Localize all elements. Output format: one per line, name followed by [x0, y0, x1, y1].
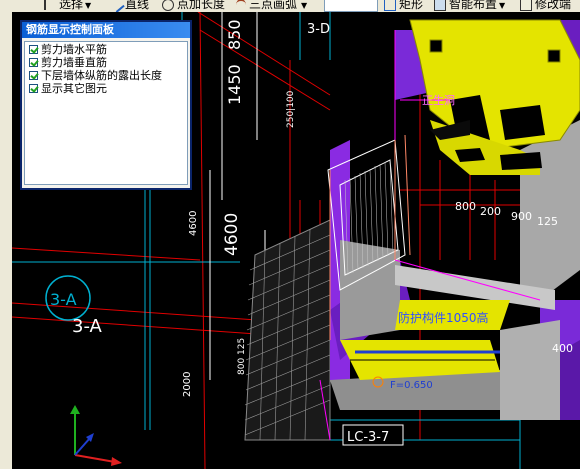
three-point-arc-icon: [236, 0, 246, 11]
point-plus-length-label: 点加长度: [177, 0, 226, 11]
wall-tag: LC-3-7: [342, 424, 404, 446]
smart-layout-label: 智能布置: [449, 0, 498, 11]
dim-200: 200: [480, 205, 501, 218]
point-plus-length-button[interactable]: 点加长度: [162, 0, 225, 12]
dim-900: 900: [511, 210, 532, 223]
modify-icon: [520, 0, 532, 11]
select-arrow-icon: [44, 0, 56, 10]
axis-label-text: 3-A: [72, 316, 103, 337]
option-lower-wall-exposed-length[interactable]: 下层墙体纵筋的露出长度: [25, 69, 187, 82]
select-label: 选择: [59, 0, 84, 11]
rectangle-icon: [384, 0, 396, 11]
option-horizontal-rebar[interactable]: 剪力墙水平筋: [25, 43, 187, 56]
dim-800-125: 800 125: [237, 338, 247, 375]
line-button[interactable]: 直线: [109, 0, 150, 12]
dim-2000: 2000: [182, 372, 193, 397]
beam-label: 防护构件1050高: [398, 310, 489, 325]
option-label: 剪力墙垂直筋: [41, 56, 107, 69]
option-label: 下层墙体纵筋的露出长度: [41, 69, 162, 82]
axis-bubble-text: 3-A: [50, 290, 77, 309]
checkbox-icon[interactable]: [29, 58, 38, 67]
option-show-other-elements[interactable]: 显示其它图元: [25, 82, 187, 95]
option-vertical-rebar[interactable]: 剪力墙垂直筋: [25, 56, 187, 69]
dim-800: 800: [455, 200, 476, 213]
checkbox-icon[interactable]: [29, 71, 38, 80]
ghost-label: 正生洞: [422, 93, 455, 107]
rebar-display-control-panel: 钢筋显示控制面板 剪力墙水平筋 剪力墙垂直筋 下层墙体纵筋的露出长度 显示其它图…: [20, 20, 192, 190]
dim-3d: 3-D: [307, 22, 330, 37]
smart-layout-icon: [434, 0, 446, 11]
dim-125: 125: [537, 215, 558, 228]
panel-title[interactable]: 钢筋显示控制面板: [22, 22, 190, 38]
smart-layout-button[interactable]: 智能布置 ▼: [434, 0, 505, 12]
dim-4600-large: 4600: [222, 213, 242, 256]
checkbox-icon[interactable]: [29, 84, 38, 93]
point-plus-length-icon: [162, 0, 174, 11]
checkbox-icon[interactable]: [29, 45, 38, 54]
panel-option-list: 剪力墙水平筋 剪力墙垂直筋 下层墙体纵筋的露出长度 显示其它图元: [24, 41, 188, 185]
line-icon: [109, 0, 125, 12]
three-point-arc-button[interactable]: 三点画弧 ▼: [236, 0, 307, 12]
rectangle-label: 矩形: [399, 0, 424, 11]
select-button[interactable]: 选择 ▼: [44, 0, 91, 12]
dim-250-100: 250|100: [286, 90, 296, 128]
modify-button[interactable]: 修改端: [520, 0, 571, 12]
option-label: 剪力墙水平筋: [41, 43, 107, 56]
option-label: 显示其它图元: [41, 82, 107, 95]
dim-1450: 1450: [225, 64, 244, 105]
three-point-arc-label: 三点画弧: [249, 0, 298, 11]
wall-tag-text: LC-3-7: [347, 430, 389, 445]
f-label: F=0.650: [390, 380, 433, 391]
line-label: 直线: [125, 0, 150, 11]
dim-850: 850: [225, 19, 244, 50]
rectangle-button[interactable]: 矩形: [384, 0, 423, 12]
modify-label: 修改端: [535, 0, 572, 11]
dim-4600-small: 4600: [188, 211, 199, 236]
toolbar-dropdown[interactable]: [324, 0, 378, 12]
dim-400: 400: [552, 342, 573, 355]
